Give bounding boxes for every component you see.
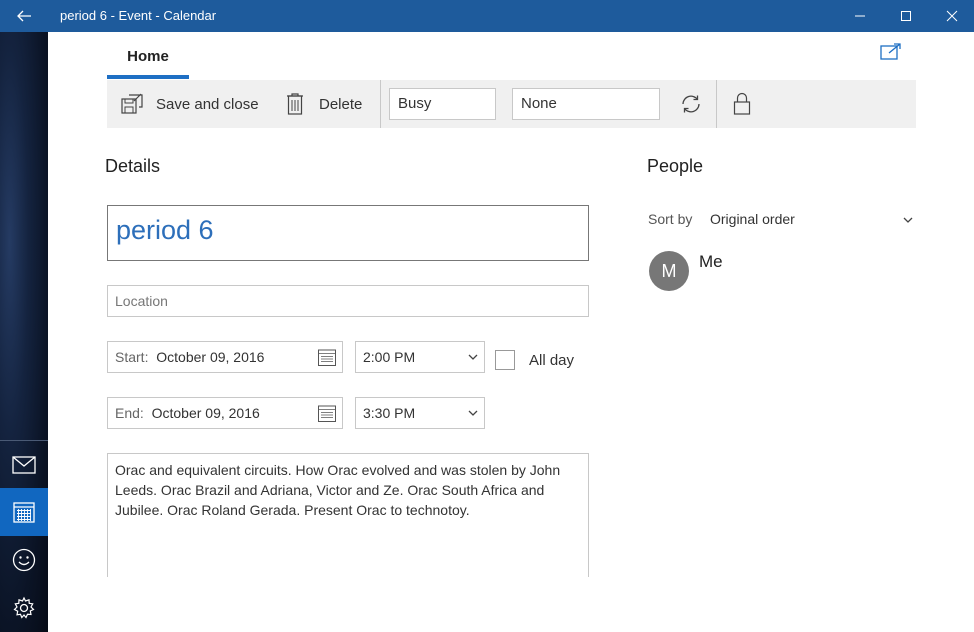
gear-icon (13, 596, 35, 619)
location-input[interactable]: Location (107, 285, 589, 317)
maximize-icon (901, 11, 911, 21)
save-and-close-button[interactable]: Save and close (119, 80, 259, 128)
popout-icon (880, 43, 901, 60)
start-date-picker[interactable]: Start: October 09, 2016 (107, 341, 343, 373)
smiley-icon (12, 548, 36, 572)
minimize-button[interactable] (837, 0, 883, 32)
sort-by-label: Sort by (648, 211, 693, 227)
mail-icon (12, 455, 36, 474)
calendar-icon (318, 405, 336, 422)
toolbar-divider (716, 80, 717, 128)
close-icon (946, 10, 958, 22)
chevron-down-icon (468, 410, 478, 416)
sync-icon (682, 95, 700, 113)
lock-icon (733, 92, 751, 115)
tab-home[interactable]: Home (107, 32, 189, 80)
sort-order-dropdown[interactable]: Original order (710, 211, 795, 227)
settings-nav-button[interactable] (0, 584, 48, 632)
title-bar: period 6 - Event - Calendar (0, 0, 974, 32)
delete-label: Delete (319, 95, 363, 113)
event-notes-textarea[interactable]: Orac and equivalent circuits. How Orac e… (107, 453, 589, 577)
chevron-down-icon[interactable] (902, 214, 914, 226)
toolbar: Save and close Delete Busy None (107, 80, 916, 128)
save-and-close-label: Save and close (156, 95, 259, 113)
start-date-value: October 09, 2016 (156, 349, 265, 365)
private-button[interactable] (724, 80, 760, 128)
start-label: Start: (115, 349, 149, 365)
people-heading: People (647, 156, 704, 176)
minimize-icon (855, 15, 865, 17)
calendar-icon (318, 349, 336, 366)
delete-button[interactable]: Delete (285, 80, 362, 128)
popout-button[interactable] (880, 42, 902, 62)
show-as-dropdown[interactable]: Busy (389, 88, 496, 120)
details-heading: Details (105, 156, 161, 176)
all-day-label: All day (529, 352, 575, 369)
back-arrow-icon (17, 10, 31, 22)
window-title: period 6 - Event - Calendar (60, 8, 217, 23)
attendee-name: Me (699, 252, 723, 271)
nav-rail (0, 32, 48, 632)
save-icon (121, 93, 143, 114)
toolbar-divider (380, 80, 381, 128)
end-time-value: 3:30 PM (363, 405, 416, 421)
calendar-nav-button[interactable] (0, 488, 48, 536)
start-time-value: 2:00 PM (363, 349, 416, 365)
start-time-dropdown[interactable]: 2:00 PM (355, 341, 485, 373)
all-day-checkbox[interactable] (495, 350, 515, 370)
end-date-picker[interactable]: End: October 09, 2016 (107, 397, 343, 429)
back-button[interactable] (8, 0, 40, 32)
calendar-icon (13, 502, 35, 523)
mail-nav-button[interactable] (0, 440, 48, 488)
avatar: M (649, 251, 689, 291)
people-nav-button[interactable] (0, 536, 48, 584)
end-date-value: October 09, 2016 (151, 405, 260, 421)
end-time-dropdown[interactable]: 3:30 PM (355, 397, 485, 429)
tab-home-indicator (107, 75, 189, 79)
close-button[interactable] (929, 0, 974, 32)
trash-icon (287, 93, 303, 115)
event-title-input[interactable]: period 6 (107, 205, 589, 261)
end-label: End: (115, 405, 144, 421)
chevron-down-icon (468, 354, 478, 360)
reminder-dropdown[interactable]: None (512, 88, 660, 120)
event-editor: Home Save and close Delete Busy None Det… (48, 32, 974, 632)
repeat-button[interactable] (673, 80, 709, 128)
maximize-button[interactable] (883, 0, 929, 32)
